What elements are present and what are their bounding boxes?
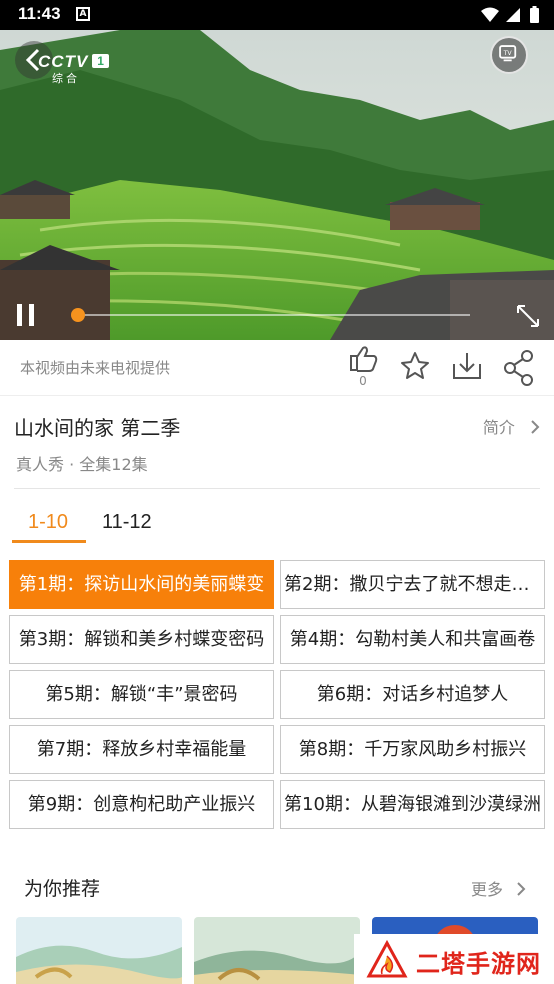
show-subtitle: 真人秀 · 全集12集 xyxy=(16,455,148,474)
tab-episodes-11-12[interactable]: 11-12 xyxy=(102,511,152,534)
status-bar: 11:43 A xyxy=(0,0,554,30)
fullscreen-icon[interactable] xyxy=(514,302,542,330)
intro-label: 简介 xyxy=(482,418,515,437)
chevron-right-icon xyxy=(531,420,540,434)
battery-icon xyxy=(530,8,539,23)
intro-link[interactable]: 简介 xyxy=(483,414,540,438)
episode-button[interactable]: 第4期：勾勒村美人和共富画卷 xyxy=(280,615,545,664)
channel-sub: 综 合 xyxy=(52,73,78,85)
active-tab-indicator xyxy=(12,540,86,543)
channel-logo: CCTV 1 综 合 xyxy=(38,52,109,86)
episode-button[interactable]: 第3期：解锁和美乡村蝶变密码 xyxy=(9,615,274,664)
chevron-right-icon xyxy=(517,882,526,896)
tv-cast-icon[interactable]: TV xyxy=(490,36,528,74)
divider xyxy=(14,488,540,489)
wifi-icon xyxy=(481,7,499,22)
watermark: 二塔手游网 xyxy=(354,934,554,984)
favorite-icon[interactable] xyxy=(395,340,435,396)
episode-button[interactable]: 第9期：创意枸杞助产业振兴 xyxy=(9,780,274,829)
status-icons xyxy=(481,6,539,23)
action-bar: 本视频由未来电视提供 0 xyxy=(0,340,554,396)
watermark-text: 二塔手游网 xyxy=(416,950,541,978)
episode-button[interactable]: 第6期：对话乡村追梦人 xyxy=(280,670,545,719)
more-label: 更多 xyxy=(471,880,504,899)
recommend-thumbnail[interactable] xyxy=(194,917,360,984)
channel-number: 1 xyxy=(92,54,109,68)
more-link[interactable]: 更多 xyxy=(471,876,526,900)
video-player[interactable]: CCTV 1 综 合 TV xyxy=(0,30,554,340)
recommend-thumbnail[interactable] xyxy=(16,917,182,984)
pause-icon[interactable] xyxy=(14,302,38,328)
episode-button[interactable]: 第7期：释放乡村幸福能量 xyxy=(9,725,274,774)
episode-button[interactable]: 第1期：探访山水间的美丽蝶变 xyxy=(9,560,274,609)
progress-track[interactable] xyxy=(78,314,470,316)
episode-button[interactable]: 第2期：撒贝宁去了就不想走的地方 xyxy=(280,560,545,609)
share-icon[interactable] xyxy=(499,340,539,396)
episode-button[interactable]: 第10期：从碧海银滩到沙漠绿洲 xyxy=(280,780,545,829)
show-title: 山水间的家 第二季 xyxy=(14,416,181,440)
channel-logo-text: CCTV xyxy=(38,52,89,71)
provider-text: 本视频由未来电视提供 xyxy=(20,359,171,377)
progress-knob[interactable] xyxy=(71,308,85,322)
download-icon[interactable] xyxy=(447,340,487,396)
episode-button[interactable]: 第8期：千万家风助乡村振兴 xyxy=(280,725,545,774)
notification-icon: A xyxy=(76,7,90,21)
episode-button[interactable]: 第5期：解锁“丰”景密码 xyxy=(9,670,274,719)
status-time: 11:43 xyxy=(18,4,61,23)
like-count: 0 xyxy=(359,374,367,388)
tab-episodes-1-10[interactable]: 1-10 xyxy=(28,511,68,534)
watermark-logo-icon xyxy=(366,940,408,978)
signal-icon xyxy=(506,8,520,22)
svg-text:TV: TV xyxy=(503,50,513,57)
recommend-title: 为你推荐 xyxy=(24,878,101,900)
